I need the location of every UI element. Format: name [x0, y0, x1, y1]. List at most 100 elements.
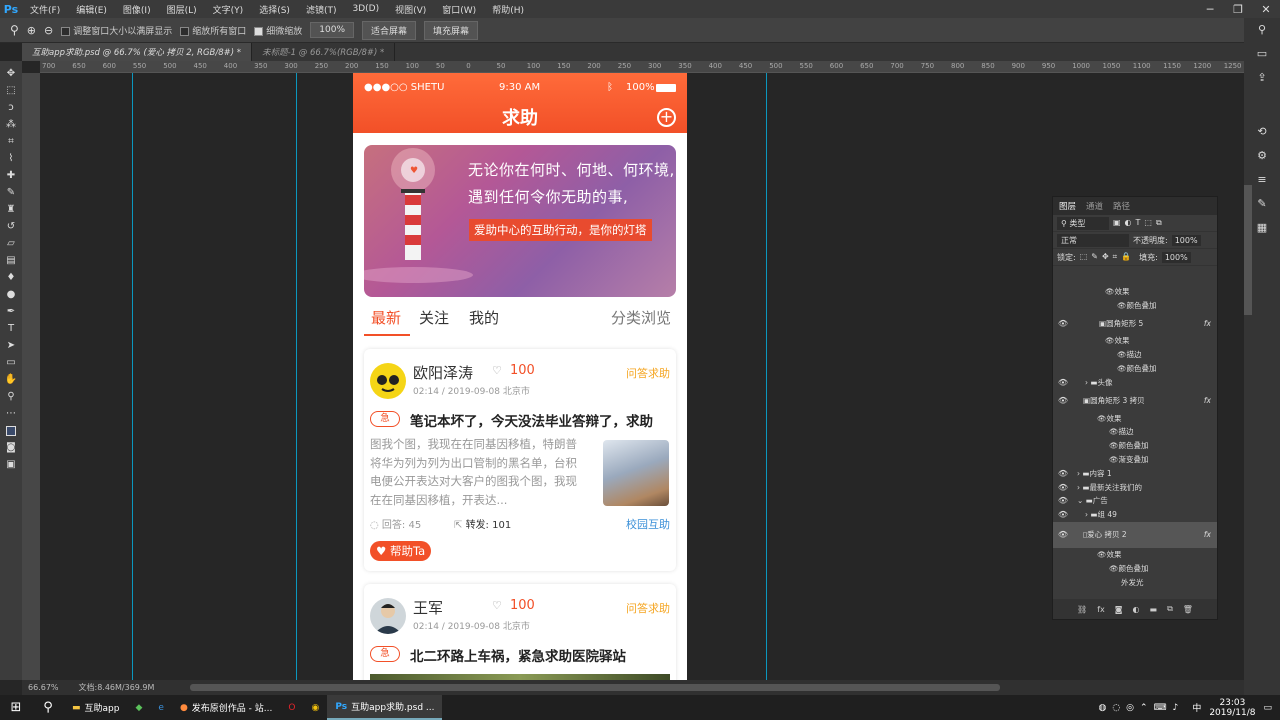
layer-group[interactable]: 👁 ⌄ ▬ 广告 — [1053, 494, 1217, 508]
link-icon[interactable]: ⛓ — [1077, 605, 1087, 614]
eye-icon[interactable]: 👁 — [1053, 364, 1127, 373]
menu-filter[interactable]: 滤镜(T) — [298, 3, 345, 16]
lock-icons[interactable]: ⬚✎✥⌗🔒 — [1080, 252, 1135, 262]
layer-effect[interactable]: 👁 描边 — [1053, 425, 1217, 439]
layer-row[interactable]: 👁 ▣ 圆角矩形 3 拷贝 fx — [1053, 389, 1217, 411]
taskbar-edge-icon[interactable]: e — [150, 695, 172, 720]
tab-latest[interactable]: 最新 — [371, 307, 401, 328]
layer-row-selected[interactable]: 👁 ▯ 爱心 拷贝 2 fx — [1053, 521, 1217, 548]
menu-help[interactable]: 帮助(H) — [484, 3, 532, 16]
pen-tool-icon[interactable]: ✒ — [2, 303, 20, 320]
screen-mode-icon[interactable]: ▣ — [2, 456, 20, 473]
layer-effects[interactable]: 👁 效果 — [1053, 334, 1217, 348]
move-tool-icon[interactable]: ✥ — [2, 65, 20, 82]
fill-screen-button[interactable]: 填充屏幕 — [424, 20, 479, 40]
more-tools-icon[interactable]: ⋯ — [2, 405, 20, 422]
path-select-icon[interactable]: ➤ — [2, 337, 20, 354]
layer-effect[interactable]: 外发光 — [1053, 575, 1217, 589]
clock[interactable]: 23:03 2019/11/8 — [1209, 698, 1255, 718]
browse-categories-link[interactable]: 分类浏览 — [611, 307, 671, 328]
layer-effect[interactable]: 👁 渐变叠加 — [1053, 453, 1217, 467]
ime-indicator[interactable]: 中 — [1192, 701, 1201, 714]
vertical-scrollbar[interactable] — [1244, 185, 1252, 315]
eye-icon[interactable]: 👁 — [1053, 564, 1119, 573]
category-label[interactable]: 问答求助 — [626, 365, 670, 381]
marquee-tool-icon[interactable]: ⬚ — [2, 82, 20, 99]
menu-layer[interactable]: 图层(L) — [159, 3, 205, 16]
eye-icon[interactable]: 👁 — [1053, 378, 1073, 387]
gradient-tool-icon[interactable]: ▤ — [2, 252, 20, 269]
taskbar-app-icon[interactable]: ◆ — [127, 695, 150, 720]
layer-effect[interactable]: 👁 颜色叠加 — [1053, 362, 1217, 376]
eye-icon[interactable]: 👁 — [1053, 287, 1115, 296]
menu-edit[interactable]: 编辑(E) — [68, 3, 115, 16]
crop-tool-icon[interactable]: ⌗ — [2, 133, 20, 150]
layer-effects[interactable]: 👁 效果 — [1053, 548, 1217, 562]
zoom-100-button[interactable]: 100% — [310, 22, 355, 38]
tab-channels[interactable]: 通道 — [1086, 200, 1103, 212]
eye-icon[interactable]: 👁 — [1053, 455, 1119, 464]
filter-icons[interactable]: ▣◐T⬚⧉ — [1113, 218, 1166, 228]
banner[interactable]: ♥ 无论你在何时、何地、何环境, 遇到任何令你无助的事, 爱助中心的互助行动，是… — [364, 145, 676, 297]
filter-kind-dropdown[interactable]: ⚲ 类型 — [1057, 216, 1109, 230]
mask-icon[interactable]: ◙ — [1115, 605, 1123, 614]
scrubby-zoom-option[interactable]: 细微缩放 — [254, 24, 302, 37]
layer-group[interactable]: 👁 › ▬ 内容 1 — [1053, 466, 1217, 480]
eye-icon[interactable]: 👁 — [1053, 550, 1107, 559]
minimize-icon[interactable]: ─ — [1196, 3, 1224, 16]
help-card[interactable]: 王军 ♡ 100 02:14 / 2019-09-08 北京市 问答求助 急 北… — [364, 584, 676, 683]
tab-document-1[interactable]: 互助app求助.psd @ 66.7% (爱心 拷贝 2, RGB/8#) * — [22, 43, 253, 61]
healing-tool-icon[interactable]: ✚ — [2, 167, 20, 184]
zoom-level[interactable]: 66.67% — [28, 683, 59, 692]
menu-image[interactable]: 图像(I) — [115, 3, 159, 16]
lasso-tool-icon[interactable]: ↄ — [2, 99, 20, 116]
menu-window[interactable]: 窗口(W) — [434, 3, 484, 16]
eye-icon[interactable]: 👁 — [1053, 441, 1119, 450]
windows-start-icon[interactable]: ⊞ — [0, 700, 32, 715]
close-icon[interactable]: ✕ — [1252, 3, 1280, 16]
eye-icon[interactable]: 👁 — [1053, 427, 1119, 436]
tab-following[interactable]: 关注 — [419, 307, 449, 328]
add-icon[interactable]: + — [657, 108, 676, 127]
layer-row[interactable]: 👁 ▣ 圆角矩形 5 fx — [1053, 312, 1217, 334]
layer-effect[interactable]: 👁 颜色叠加 — [1053, 561, 1217, 575]
taskbar-chrome-icon[interactable]: ◉ — [303, 695, 327, 720]
layer-effect[interactable]: 👁 颜色叠加 — [1053, 298, 1217, 312]
post-title[interactable]: 笔记本坏了，今天没法毕业答辩了，求助 — [410, 410, 653, 430]
eye-icon[interactable]: 👁 — [1053, 469, 1073, 478]
type-tool-icon[interactable]: T — [2, 320, 20, 337]
eye-icon[interactable]: 👁 — [1053, 336, 1115, 345]
eye-icon[interactable]: 👁 — [1053, 301, 1127, 310]
opacity-input[interactable]: 100% — [1171, 234, 1201, 246]
avatar[interactable] — [370, 598, 406, 634]
trash-icon[interactable]: 🗑 — [1183, 605, 1193, 614]
menu-3d[interactable]: 3D(D) — [344, 4, 387, 14]
horizontal-scrollbar[interactable] — [190, 684, 1000, 691]
taskbar-firefox[interactable]: ● 发布原创作品 - 站... — [172, 695, 280, 720]
menu-type[interactable]: 文字(Y) — [205, 3, 252, 16]
quick-mask-icon[interactable]: ◙ — [2, 439, 20, 456]
search-icon[interactable]: ⚲ — [32, 700, 64, 715]
help-button[interactable]: ♥ 帮助Ta — [370, 541, 432, 561]
taskbar-photoshop[interactable]: Ps 互助app求助.psd ... — [327, 695, 443, 720]
school-help-link[interactable]: 校园互助 — [626, 516, 670, 532]
avatar[interactable] — [370, 363, 406, 399]
fx-menu-icon[interactable]: fx — [1097, 605, 1105, 614]
resize-windows-option[interactable]: 调整窗口大小以满屏显示 — [61, 24, 172, 37]
tab-paths[interactable]: 路径 — [1113, 200, 1130, 212]
workspace-icon[interactable]: ▭ — [1244, 42, 1280, 66]
eye-icon[interactable]: 👁 — [1053, 396, 1073, 405]
menu-select[interactable]: 选择(S) — [251, 3, 298, 16]
blur-tool-icon[interactable]: ♦ — [2, 269, 20, 286]
hand-tool-icon[interactable]: ✋ — [2, 371, 20, 388]
eye-icon[interactable]: 👁 — [1053, 483, 1073, 492]
eye-icon[interactable]: 👁 — [1053, 496, 1073, 505]
layer-group[interactable]: 👁 › ▬ 最新关注我们的 — [1053, 480, 1217, 494]
eraser-tool-icon[interactable]: ▱ — [2, 235, 20, 252]
shape-tool-icon[interactable]: ▭ — [2, 354, 20, 371]
maximize-icon[interactable]: ❐ — [1224, 3, 1252, 16]
notification-icon[interactable]: ▭ — [1263, 703, 1272, 713]
history-icon[interactable]: ⟲ — [1244, 120, 1280, 144]
category-label[interactable]: 问答求助 — [626, 600, 670, 616]
eye-icon[interactable]: 👁 — [1053, 530, 1073, 539]
